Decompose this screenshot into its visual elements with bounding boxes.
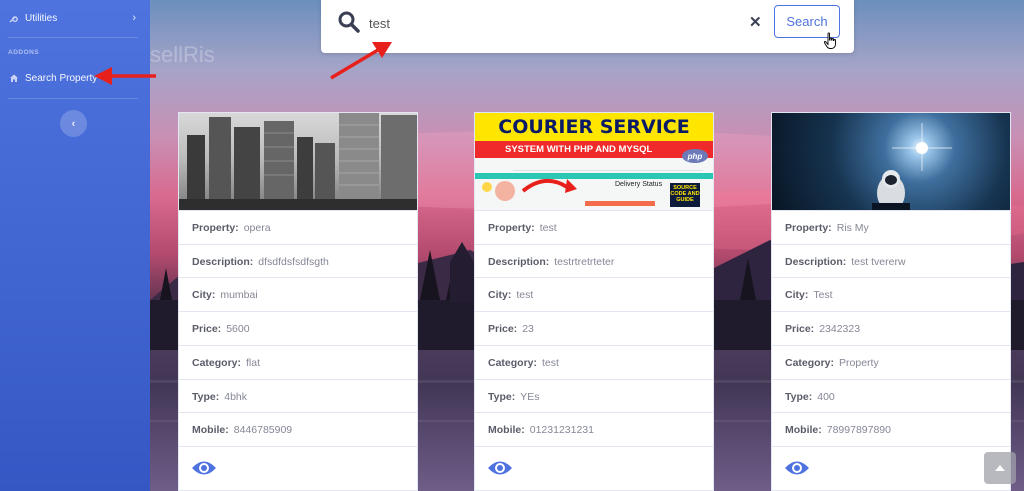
row-label: Description:	[785, 255, 847, 268]
sidebar-divider	[8, 98, 138, 99]
row-label: City:	[192, 288, 216, 301]
search-icon	[337, 10, 361, 39]
row-value: 01231231231	[529, 423, 594, 436]
row-label: Type:	[785, 390, 813, 403]
row-label: Price:	[488, 322, 518, 335]
card-row-mobile: Mobile: 01231231231	[475, 412, 713, 446]
row-label: Type:	[488, 390, 516, 403]
sidebar-item-label: Utilities	[25, 12, 58, 24]
card-row-property: Property: Ris My	[772, 210, 1010, 244]
row-label: City:	[785, 288, 809, 301]
card-row-description: Description: test tvererw	[772, 244, 1010, 278]
row-label: Price:	[785, 322, 815, 335]
row-label: Category:	[192, 356, 242, 369]
property-card: Property: Ris My Description: test tvererw…	[771, 112, 1011, 491]
card-row-property: Property: opera	[179, 210, 417, 244]
card-row-city: City: test	[475, 277, 713, 311]
row-value: test	[539, 221, 557, 234]
card-row-property: Property: test	[475, 210, 713, 244]
row-label: Category:	[488, 356, 538, 369]
row-value: opera	[243, 221, 271, 234]
row-value: 4bhk	[224, 390, 248, 403]
row-label: Mobile:	[785, 423, 822, 436]
property-card: Property: opera Description: dfsdfdsfsdfsg…	[178, 112, 418, 491]
card-row-mobile: Mobile: 8446785909	[179, 412, 417, 446]
row-value: 400	[817, 390, 835, 403]
sidebar-toggle-button[interactable]: ‹	[60, 110, 87, 137]
annotation-arrow-search	[330, 42, 392, 80]
card-row-price: Price: 5600	[179, 311, 417, 345]
card-row-category: Category: flat	[179, 345, 417, 379]
row-value: test	[542, 356, 559, 369]
row-value: 23	[522, 322, 534, 335]
property-image-astronaut	[772, 113, 1010, 210]
clear-icon[interactable]: ✕	[749, 13, 762, 31]
chevron-up-icon	[994, 459, 1006, 477]
card-row-category: Category: test	[475, 345, 713, 379]
card-row-city: City: mumbai	[179, 277, 417, 311]
view-eye-icon[interactable]	[191, 459, 217, 482]
row-label: Description:	[192, 255, 254, 268]
row-value: 2342323	[819, 322, 861, 335]
sidebar-item-label: Search Property	[25, 72, 98, 84]
home-icon	[8, 72, 20, 84]
card-row-description: Description: testrtretrteter	[475, 244, 713, 278]
sidebar-divider	[8, 37, 138, 38]
sidebar-heading-addons: ADDONS	[8, 49, 40, 56]
row-label: Description:	[488, 255, 550, 268]
row-value: testrtretrteter	[554, 255, 615, 268]
card-row-mobile: Mobile: 78997897890	[772, 412, 1010, 446]
row-value: 8446785909	[233, 423, 293, 436]
search-input[interactable]	[369, 12, 749, 34]
card-row-category: Category: Property	[772, 345, 1010, 379]
row-label: Price:	[192, 322, 222, 335]
chevron-right-icon: ›	[132, 12, 136, 24]
card-row-city: City: Test	[772, 277, 1010, 311]
row-label: Property:	[488, 221, 535, 234]
row-label: City:	[488, 288, 512, 301]
chevron-left-icon: ‹	[71, 117, 76, 130]
property-image-courier-banner: COURIER SERVICE SYSTEM WITH PHP AND MYSQ…	[475, 113, 713, 210]
row-value: flat	[246, 356, 261, 369]
row-value: 5600	[226, 322, 250, 335]
row-label: Property:	[785, 221, 832, 234]
sidebar-item-utilities[interactable]: Utilities ›	[0, 6, 150, 30]
row-value: mumbai	[220, 288, 258, 301]
view-eye-icon[interactable]	[487, 459, 513, 482]
row-value: Ris My	[836, 221, 869, 234]
row-label: Type:	[192, 390, 220, 403]
row-value: 78997897890	[826, 423, 891, 436]
card-row-price: Price: 2342323	[772, 311, 1010, 345]
row-value: YEs	[520, 390, 540, 403]
property-image-city-skyline	[179, 113, 417, 210]
row-value: test	[516, 288, 534, 301]
property-card: COURIER SERVICE SYSTEM WITH PHP AND MYSQ…	[474, 112, 714, 491]
row-label: Category:	[785, 356, 835, 369]
annotation-arrow-sidebar	[94, 67, 156, 85]
hand-cursor-icon	[823, 32, 839, 55]
card-row-type: Type: YEs	[475, 379, 713, 413]
search-bar: ✕ Search	[321, 0, 854, 53]
row-value: Property	[839, 356, 879, 369]
row-value: dfsdfdsfsdfsgth	[258, 255, 329, 268]
card-row-price: Price: 23	[475, 311, 713, 345]
view-eye-icon[interactable]	[784, 459, 810, 482]
card-row-description: Description: dfsdfdsfsdfsgth	[179, 244, 417, 278]
row-value: test tvererw	[851, 255, 906, 268]
row-label: Mobile:	[192, 423, 229, 436]
wrench-icon	[8, 12, 20, 24]
row-label: Mobile:	[488, 423, 525, 436]
scroll-to-top-button[interactable]	[984, 452, 1016, 484]
card-row-type: Type: 400	[772, 379, 1010, 413]
row-value: Test	[813, 288, 833, 301]
card-row-type: Type: 4bhk	[179, 379, 417, 413]
row-label: Property:	[192, 221, 239, 234]
